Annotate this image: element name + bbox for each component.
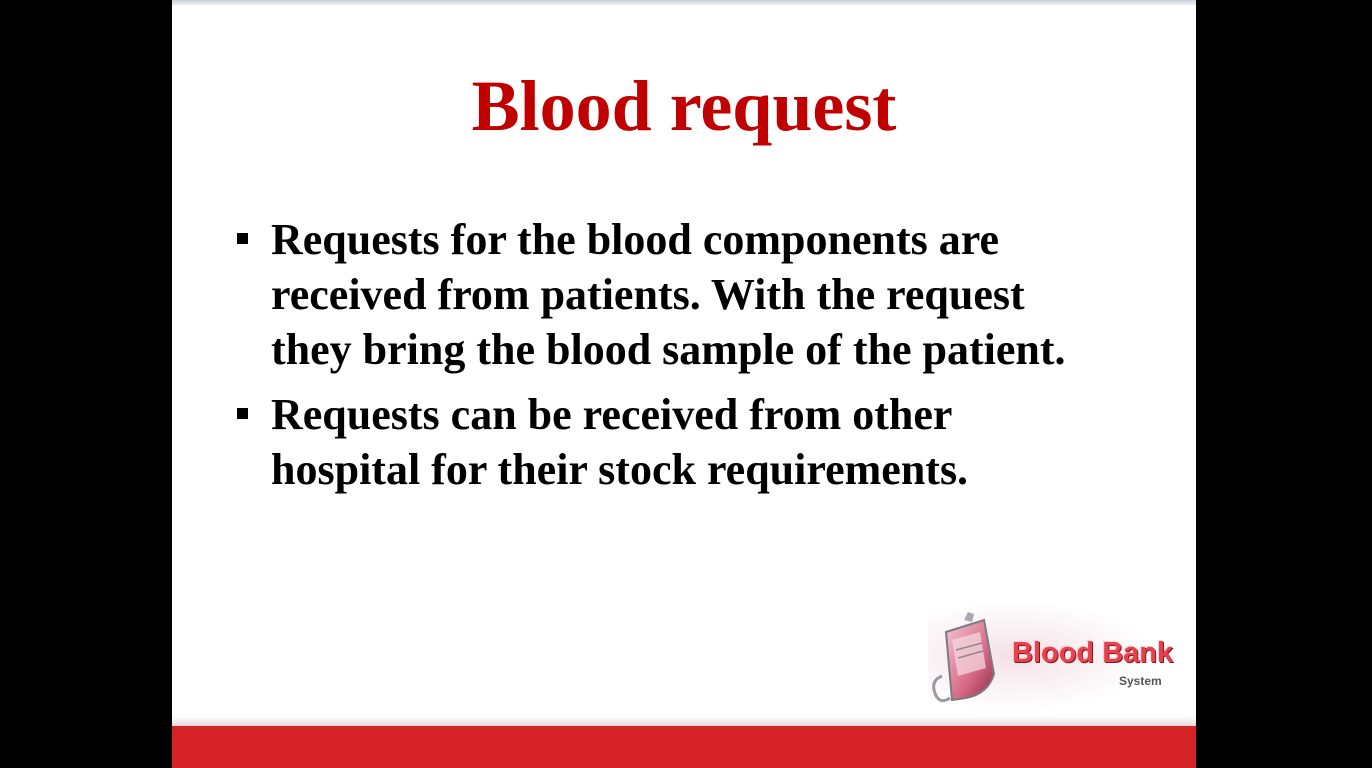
logo-title: Blood Bank [1012, 637, 1174, 669]
bullet-item: Requests can be received from other hosp… [232, 387, 1132, 497]
blood-bank-logo: Blood Bank System [928, 596, 1178, 716]
bullet-text: Requests for the blood components are re… [271, 215, 1066, 374]
slide-top-strip [172, 0, 1196, 5]
bullet-list: Requests for the blood components are re… [232, 212, 1132, 507]
square-bullet-icon [237, 408, 248, 419]
bullet-text: Requests can be received from other hosp… [271, 390, 969, 494]
logo-subtitle: System [1119, 674, 1162, 688]
blood-bag-icon [932, 612, 996, 703]
bullet-item: Requests for the blood components are re… [232, 212, 1132, 377]
footer-bar [172, 726, 1196, 768]
slide: Blood request Requests for the blood com… [172, 0, 1196, 768]
footer-shadow [172, 716, 1196, 726]
square-bullet-icon [237, 233, 248, 244]
presentation-viewer: Blood request Requests for the blood com… [0, 0, 1372, 768]
slide-title: Blood request [471, 66, 897, 146]
